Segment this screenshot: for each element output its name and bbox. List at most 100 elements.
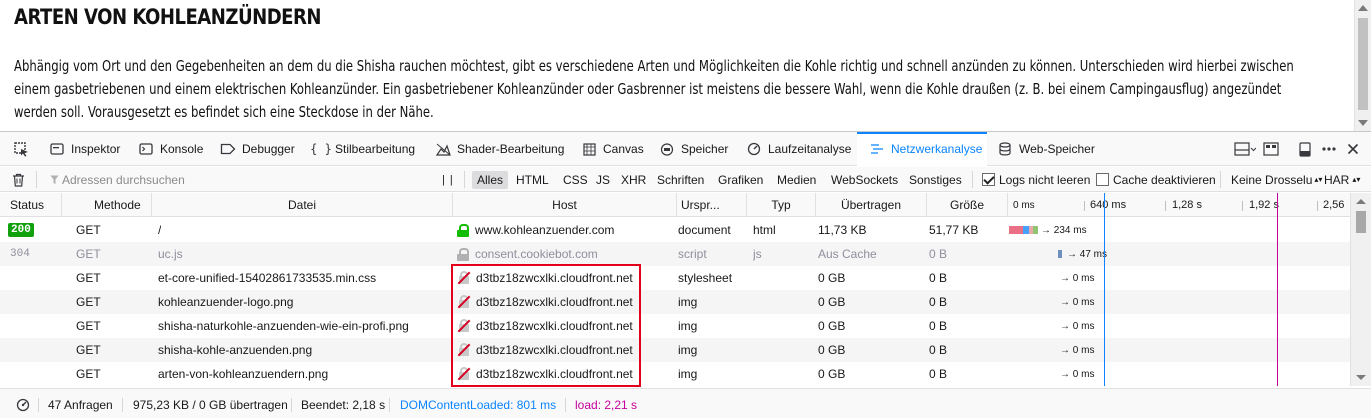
timing-label: → 0 ms	[1060, 272, 1095, 284]
page-heading: ARTEN VON KOHLEANZÜNDERN	[14, 5, 321, 29]
responsive-design-icon[interactable]	[1262, 141, 1280, 157]
tab-storage[interactable]: Web-Speicher	[997, 132, 1095, 166]
filter-media-button[interactable]: Medien	[772, 171, 821, 189]
persist-logs-checkbox[interactable]: Logs nicht leeren	[982, 167, 1090, 192]
filter-fonts-button[interactable]: Schriften	[652, 171, 709, 189]
statusbar-separator	[389, 398, 390, 412]
method-cell: GET	[76, 343, 101, 357]
column-header-type[interactable]: Typ	[747, 193, 816, 217]
storage-icon	[997, 141, 1013, 157]
console-icon	[138, 141, 154, 157]
har-menu-button[interactable]: HAR ▴▾	[1324, 167, 1360, 192]
scroll-down-arrow-icon[interactable]	[1358, 120, 1368, 126]
throttling-select[interactable]: Keine Drosselu ▴▾	[1231, 167, 1322, 192]
file-cell: shisha-naturkohle-anzuenden-wie-ein-prof…	[158, 319, 409, 333]
timeline-tick-mark	[1242, 201, 1243, 211]
table-row[interactable]: GET shisha-kohle-anzuenden.png d3tbz18zw…	[0, 338, 1350, 362]
filter-xhr-button[interactable]: XHR	[616, 171, 651, 189]
pause-button[interactable]: | |	[442, 167, 454, 192]
blocked-lock-icon	[457, 295, 471, 309]
page-scrollbar[interactable]	[1354, 0, 1371, 131]
finished-time: Beendet: 2,18 s	[301, 397, 386, 412]
filter-images-button[interactable]: Grafiken	[713, 171, 768, 189]
scroll-up-arrow-icon[interactable]	[1356, 199, 1366, 204]
timeline-tick: 0 ms	[1013, 199, 1035, 211]
filter-other-button[interactable]: Sonstiges	[904, 171, 967, 189]
more-options-icon[interactable]	[1320, 141, 1338, 157]
filter-html-button[interactable]: HTML	[511, 171, 554, 189]
method-cell: GET	[76, 295, 101, 309]
trash-icon[interactable]	[12, 167, 25, 192]
debugger-icon	[220, 141, 236, 157]
network-icon	[869, 141, 885, 157]
network-toolbar: | | Alles HTML CSS JS XHR Schriften Graf…	[0, 167, 1371, 192]
column-header-waterfall[interactable]: 0 ms 640 ms 1,28 s 1,92 s 2,56	[1008, 193, 1350, 217]
waterfall-cell: → 0 ms	[1008, 290, 1348, 314]
table-row[interactable]: GET arten-von-kohleanzuendern.png d3tbz1…	[0, 362, 1350, 386]
status-cell: 304	[10, 242, 30, 266]
toolbar-separator	[1220, 171, 1221, 188]
timing-label: → 0 ms	[1060, 368, 1095, 380]
web-page-content: ARTEN VON KOHLEANZÜNDERN Abhängig vom Or…	[0, 0, 1371, 131]
column-header-file[interactable]: Datei	[152, 193, 453, 217]
scroll-down-arrow-icon[interactable]	[1356, 375, 1366, 380]
table-row[interactable]: GET kohleanzuender-logo.png d3tbz18zwcxl…	[0, 290, 1350, 314]
request-list-scroll-thumb[interactable]	[1356, 211, 1366, 233]
table-row[interactable]: GET et-core-unified-15402861733535.min.c…	[0, 266, 1350, 290]
file-cell: uc.js	[158, 247, 183, 261]
filter-js-button[interactable]: JS	[591, 171, 615, 189]
checkbox-unchecked-icon[interactable]	[1096, 173, 1109, 186]
table-row[interactable]: 304 GET uc.js consent.cookiebot.com scri…	[0, 242, 1350, 266]
column-header-host[interactable]: Host	[453, 193, 677, 217]
page-scroll-thumb[interactable]	[1358, 18, 1368, 110]
performance-analysis-icon[interactable]	[16, 389, 30, 418]
column-header-transferred[interactable]: Übertragen	[816, 193, 927, 217]
host-cell: www.kohleanzuender.com	[457, 218, 614, 242]
tab-debugger[interactable]: Debugger	[220, 132, 295, 166]
host-cell: d3tbz18zwcxlki.cloudfront.net	[457, 338, 633, 362]
filter-websockets-button[interactable]: WebSockets	[826, 171, 903, 189]
tab-canvas[interactable]: Canvas	[581, 132, 644, 166]
toolbar-separator	[464, 171, 465, 188]
performance-icon	[746, 141, 762, 157]
transferred-cell: 0 GB	[818, 271, 846, 285]
timeline-tick: 640 ms	[1090, 199, 1127, 211]
url-filter-input[interactable]	[48, 171, 428, 189]
inspector-icon	[49, 141, 65, 157]
request-list-scrollbar[interactable]	[1350, 193, 1371, 386]
blocked-lock-icon	[457, 271, 471, 285]
column-header-size[interactable]: Größe	[927, 193, 1008, 217]
cause-cell: script	[678, 247, 707, 261]
tab-console[interactable]: Konsole	[138, 132, 203, 166]
cause-cell: img	[678, 343, 698, 357]
column-header-cause[interactable]: Urspr...	[677, 193, 747, 217]
tab-shader-editor[interactable]: Shader-Bearbeitung	[435, 132, 564, 166]
tab-memory[interactable]: Speicher	[659, 132, 728, 166]
column-header-status[interactable]: Status	[0, 193, 62, 217]
secure-lock-icon	[457, 223, 469, 237]
timing-label: → 0 ms	[1060, 344, 1095, 356]
column-header-method[interactable]: Methode	[62, 193, 152, 217]
element-picker-icon[interactable]	[12, 141, 30, 157]
tab-style-editor[interactable]: { } Stilbearbeitung	[310, 132, 415, 166]
filter-all-button[interactable]: Alles	[472, 171, 509, 189]
size-cell: 0 B	[929, 319, 948, 333]
filter-css-button[interactable]: CSS	[558, 171, 593, 189]
timing-label: → 0 ms	[1060, 296, 1095, 308]
tab-inspector[interactable]: Inspektor	[49, 132, 120, 166]
tab-network[interactable]: Netzwerkanalyse	[857, 132, 987, 166]
table-row[interactable]: GET shisha-naturkohle-anzuenden-wie-ein-…	[0, 314, 1350, 338]
dock-icon[interactable]	[1296, 141, 1314, 157]
disable-cache-checkbox[interactable]: Cache deaktivieren	[1096, 167, 1216, 192]
blocked-lock-icon	[457, 367, 471, 381]
scroll-up-arrow-icon[interactable]	[1358, 5, 1368, 11]
close-icon[interactable]	[1344, 141, 1362, 157]
checkbox-checked-icon[interactable]	[982, 173, 995, 186]
statusbar-separator	[38, 398, 39, 412]
timing-label: → 47 ms	[1067, 248, 1108, 260]
tab-performance[interactable]: Laufzeitanalyse	[746, 132, 851, 166]
table-row[interactable]: 200 GET / www.kohleanzuender.com documen…	[0, 218, 1350, 242]
timeline-tick: 2,56	[1323, 199, 1345, 211]
waterfall-cell: → 0 ms	[1008, 314, 1348, 338]
split-layout-icon[interactable]	[1233, 141, 1257, 157]
